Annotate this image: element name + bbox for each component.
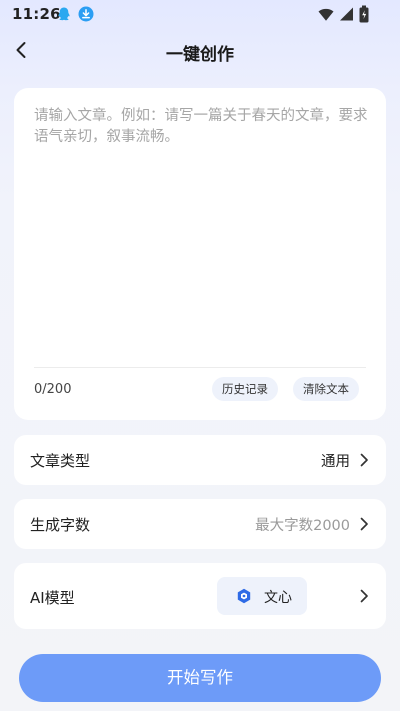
status-bar: 11:26 [0, 0, 400, 30]
article-type-value: 通用 [321, 454, 350, 470]
model-selector-chip[interactable]: 文心 [217, 577, 307, 615]
chevron-right-icon [356, 516, 372, 532]
start-writing-button[interactable]: 开始写作 [19, 654, 381, 702]
header: 一键创作 [0, 32, 400, 68]
ai-model-row[interactable]: AI模型 文心 [14, 563, 386, 629]
history-button[interactable]: 历史记录 [212, 377, 278, 401]
wifi-icon [318, 7, 334, 26]
wenxin-logo-icon [236, 588, 252, 604]
clear-text-button[interactable]: 清除文本 [293, 377, 359, 401]
editor-card: 0/200 历史记录 清除文本 [14, 88, 386, 420]
article-prompt-input[interactable] [34, 106, 370, 366]
battery-icon [359, 5, 369, 27]
model-name: 文心 [264, 590, 292, 606]
chevron-right-icon [356, 588, 372, 604]
word-count-row[interactable]: 生成字数 最大字数2000 [14, 499, 386, 549]
signal-icon [338, 6, 354, 26]
article-type-row[interactable]: 文章类型 通用 [14, 435, 386, 485]
ai-model-label: AI模型 [30, 589, 75, 607]
page-title: 一键创作 [166, 45, 234, 65]
status-time: 11:26 [12, 5, 61, 23]
download-icon [78, 6, 94, 26]
char-count: 0/200 [34, 382, 72, 397]
editor-divider [34, 367, 366, 368]
word-count-label: 生成字数 [30, 516, 91, 534]
article-type-label: 文章类型 [30, 452, 91, 470]
word-count-value: 最大字数2000 [255, 518, 350, 534]
qq-icon [56, 6, 72, 26]
chevron-right-icon [356, 452, 372, 468]
